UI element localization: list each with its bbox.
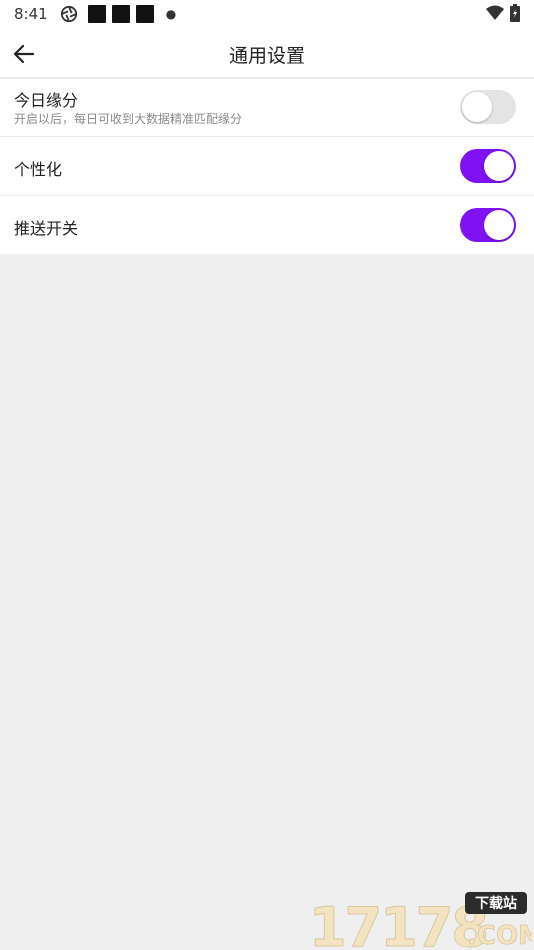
- setting-label: 推送开关: [14, 219, 79, 238]
- app-header: 通用设置: [0, 28, 534, 78]
- setting-description: 开启以后，每日可收到大数据精准匹配缘分: [14, 112, 243, 126]
- setting-label: 个性化: [14, 160, 63, 179]
- settings-list: 今日缘分 开启以后，每日可收到大数据精准匹配缘分 个性化 推送开关: [0, 79, 534, 254]
- toggle-knob: [484, 210, 514, 240]
- personalization-toggle[interactable]: [460, 149, 516, 183]
- svg-text:17178: 17178: [309, 896, 487, 950]
- setting-label: 今日缘分: [14, 91, 79, 110]
- square-icon: [111, 5, 130, 23]
- wifi-icon: [486, 5, 504, 20]
- battery-icon: [510, 4, 520, 22]
- site-watermark-logo: 17178 下载站 .COM: [309, 892, 532, 950]
- toggle-knob: [462, 92, 492, 122]
- push-toggle[interactable]: [460, 208, 516, 242]
- status-time: 8:41: [14, 5, 48, 23]
- aperture-icon: [60, 5, 77, 23]
- setting-row-personalization: 个性化: [0, 137, 534, 196]
- svg-text:下载站: 下载站: [475, 895, 517, 912]
- status-bar: 8:41 ●: [0, 0, 534, 28]
- dot-icon: ●: [165, 7, 177, 21]
- svg-text:.COM: .COM: [467, 921, 532, 950]
- square-icon: [87, 5, 106, 23]
- square-icon: [135, 5, 154, 23]
- today-match-toggle[interactable]: [460, 90, 516, 124]
- page-title: 通用设置: [228, 45, 305, 67]
- setting-row-push: 推送开关: [0, 196, 534, 254]
- setting-row-today-match: 今日缘分 开启以后，每日可收到大数据精准匹配缘分: [0, 79, 534, 137]
- toggle-knob: [484, 151, 514, 181]
